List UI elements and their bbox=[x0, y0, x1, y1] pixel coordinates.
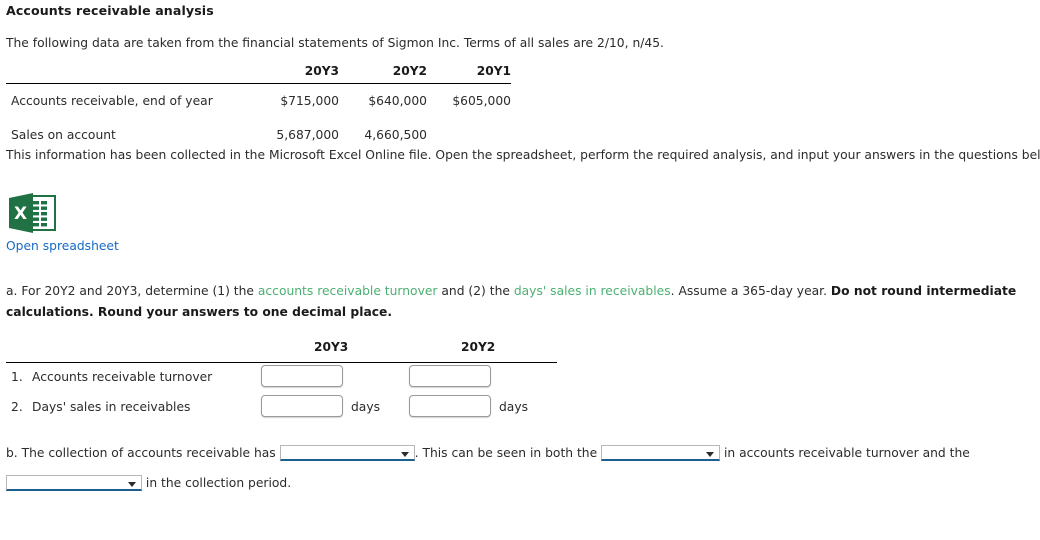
cell-sales-20y2: 4,660,500 bbox=[364, 128, 427, 142]
input-turnover-20y3[interactable] bbox=[261, 365, 343, 387]
answer-col-20y3: 20Y3 bbox=[314, 340, 349, 354]
table-row: Sales on account 5,687,000 4,660,500 bbox=[6, 118, 511, 152]
unit-days-sales-20y3: days bbox=[351, 400, 381, 414]
svg-text:X: X bbox=[14, 204, 27, 224]
question-b: b. The collection of accounts receivable… bbox=[6, 442, 1036, 495]
input-turnover-20y2[interactable] bbox=[409, 365, 491, 387]
financial-data-table-header-row: 20Y3 20Y2 20Y1 bbox=[6, 62, 511, 84]
excel-file-icon[interactable]: X bbox=[9, 192, 56, 236]
worksheet-page: Accounts receivable analysis The followi… bbox=[0, 0, 1040, 540]
question-a-part3: . Assume a 365-day year. bbox=[670, 284, 831, 298]
financial-col-20y1: 20Y1 bbox=[476, 64, 511, 78]
answer-row-2-number: 2. bbox=[11, 400, 23, 414]
question-b-part3: in accounts receivable turnover and the bbox=[720, 446, 970, 460]
dropdown-collection-change[interactable] bbox=[279, 445, 415, 461]
input-days-sales-20y3[interactable] bbox=[261, 395, 343, 417]
cell-sales-20y3: 5,687,000 bbox=[276, 128, 339, 142]
financial-data-table-head: 20Y3 20Y2 20Y1 bbox=[6, 62, 511, 84]
financial-data-table-body: Accounts receivable, end of year $715,00… bbox=[6, 84, 511, 153]
question-b-part1: b. The collection of accounts receivable… bbox=[6, 446, 280, 460]
financial-data-table: 20Y3 20Y2 20Y1 Accounts receivable, end … bbox=[6, 62, 511, 152]
intro-paragraph: The following data are taken from the fi… bbox=[6, 36, 664, 50]
excel-instruction-text: This information has been collected in t… bbox=[6, 148, 1040, 162]
cell-sales-20y1 bbox=[427, 118, 511, 152]
answer-table: 20Y3 20Y2 1. Accounts receivable turnove… bbox=[6, 340, 557, 423]
cell-ar-20y3: $715,000 bbox=[280, 94, 339, 108]
financial-col-label bbox=[6, 62, 227, 84]
answer-row-1-label: Accounts receivable turnover bbox=[32, 370, 213, 384]
page-title: Accounts receivable analysis bbox=[6, 3, 214, 18]
answer-col-20y2: 20Y2 bbox=[461, 340, 496, 354]
financial-col-20y2: 20Y2 bbox=[392, 64, 427, 78]
input-days-sales-20y2[interactable] bbox=[409, 395, 491, 417]
cell-ar-20y1: $605,000 bbox=[452, 94, 511, 108]
question-a-part2: and (2) the bbox=[437, 284, 514, 298]
question-b-part4: in the collection period. bbox=[142, 476, 292, 490]
term-days-sales-in-receivables[interactable]: days' sales in receivables bbox=[514, 284, 671, 298]
answer-row-1-number: 1. bbox=[11, 370, 23, 384]
dropdown-turnover-change[interactable] bbox=[601, 445, 721, 461]
table-row: Accounts receivable, end of year $715,00… bbox=[6, 84, 511, 119]
table-row: 1. Accounts receivable turnover bbox=[6, 363, 557, 393]
dropdown-collection-period-change[interactable] bbox=[6, 475, 142, 491]
question-a: a. For 20Y2 and 20Y3, determine (1) the … bbox=[6, 281, 1036, 323]
open-spreadsheet-link[interactable]: Open spreadsheet bbox=[6, 239, 119, 253]
row-label-accounts-receivable: Accounts receivable, end of year bbox=[11, 94, 213, 108]
answer-row-2-label: Days' sales in receivables bbox=[32, 400, 191, 414]
answer-table-header: 20Y3 20Y2 bbox=[6, 340, 557, 363]
row-label-sales-on-account: Sales on account bbox=[11, 128, 116, 142]
question-a-part1: a. For 20Y2 and 20Y3, determine (1) the bbox=[6, 284, 258, 298]
cell-ar-20y2: $640,000 bbox=[368, 94, 427, 108]
unit-days-sales-20y2: days bbox=[499, 400, 529, 414]
question-b-part2: . This can be seen in both the bbox=[414, 446, 602, 460]
financial-col-20y3: 20Y3 bbox=[304, 64, 339, 78]
table-row: 2. Days' sales in receivables days days bbox=[6, 393, 557, 423]
term-accounts-receivable-turnover[interactable]: accounts receivable turnover bbox=[258, 284, 438, 298]
